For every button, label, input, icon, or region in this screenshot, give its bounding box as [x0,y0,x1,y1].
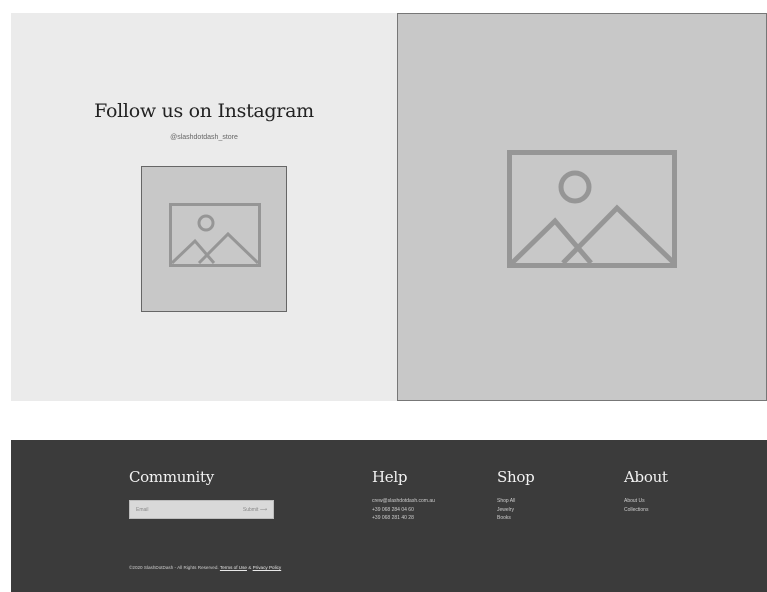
shop-list: Shop All Jewelry Books [497,497,515,523]
newsletter-form: Submit ⟶ [129,500,274,519]
submit-button[interactable]: Submit ⟶ [243,505,267,515]
shop-books-link[interactable]: Books [497,514,515,523]
shop-all-link[interactable]: Shop All [497,497,515,506]
privacy-policy-link[interactable]: Privacy Policy [253,565,282,570]
terms-of-use-link[interactable]: Terms of Use [220,565,247,570]
community-heading: Community [129,468,214,486]
about-us-link[interactable]: About Us [624,497,648,506]
footer: Community Submit ⟶ Help crew@slashdotdas… [11,440,767,592]
instagram-section: Follow us on Instagram @slashdotdash_sto… [11,13,767,401]
collections-link[interactable]: Collections [624,506,648,515]
help-email-link[interactable]: crew@slashdotdash.com.au [372,497,435,506]
instagram-feature-image[interactable] [397,13,767,401]
legal-separator: & [248,565,252,570]
image-placeholder-icon [507,150,677,268]
instagram-thumbnail[interactable] [141,166,287,312]
help-phone-link[interactable]: +39 068 281 40 28 [372,514,435,523]
about-list: About Us Collections [624,497,648,514]
image-placeholder-icon [169,203,261,267]
help-list: crew@slashdotdash.com.au +39 068 284 04 … [372,497,435,523]
shop-jewelry-link[interactable]: Jewelry [497,506,515,515]
email-field[interactable] [136,505,216,515]
help-phone-link[interactable]: +39 068 284 04 60 [372,506,435,515]
copyright-text: ©2020 SlashDotDash - All Rights Reserved… [129,565,219,570]
copyright: ©2020 SlashDotDash - All Rights Reserved… [129,565,281,570]
instagram-title: Follow us on Instagram [94,100,314,122]
arrow-right-icon: ⟶ [259,507,267,513]
about-heading: About [624,468,668,486]
shop-heading: Shop [497,468,535,486]
instagram-left-panel: Follow us on Instagram @slashdotdash_sto… [11,13,397,401]
submit-label: Submit [242,507,259,513]
instagram-handle[interactable]: @slashdotdash_store [11,134,397,141]
help-heading: Help [372,468,408,486]
